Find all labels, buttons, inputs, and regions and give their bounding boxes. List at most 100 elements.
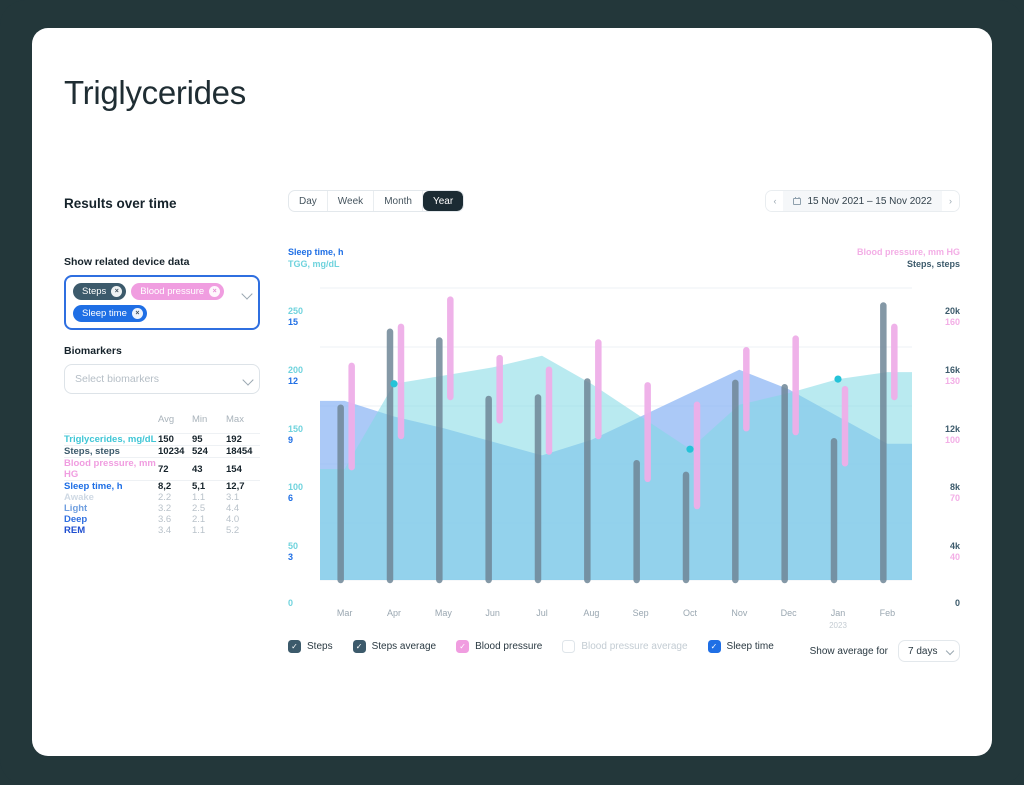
average-period-select[interactable]: 7 days (898, 640, 960, 662)
legend-label-blood-pressure: Blood pressure (475, 641, 543, 652)
series-tgg-area (320, 355, 912, 580)
row-label-rem: REM (64, 525, 86, 536)
chip-steps-label: Steps (82, 286, 107, 297)
x-label-may: May (434, 608, 452, 618)
x-label-dec: Dec (780, 608, 797, 618)
stats-header-min: Min (192, 414, 208, 425)
x-label-apr: Apr (386, 608, 402, 618)
device-data-label: Show related device data (64, 256, 190, 268)
row-min-sleep-time: 5,1 (192, 480, 226, 492)
table-row: Triglycerides, mg/dL 150 95 192 (64, 433, 260, 446)
section-title: Results over time (64, 196, 177, 211)
row-min-light: 2.5 (192, 503, 206, 514)
legend-item-blood-pressure-average[interactable]: Blood pressure average (562, 640, 688, 653)
app-card: Triglycerides Results over time Show rel… (32, 28, 992, 756)
chip-sleep-time-remove-icon[interactable]: × (131, 308, 143, 319)
x-label-jul: Jul (536, 608, 548, 618)
checkbox-blood-pressure-average[interactable] (562, 640, 576, 653)
date-range-navigator[interactable]: ‹ 15 Nov 2021 – 15 Nov 2022 › (765, 190, 960, 212)
chevron-down-icon[interactable] (241, 288, 253, 300)
average-period-label: Show average for (809, 645, 888, 657)
row-min-deep: 2.1 (192, 514, 206, 525)
legend-item-blood-pressure[interactable]: ✓ Blood pressure (456, 640, 542, 653)
row-label-awake: Awake (64, 492, 94, 503)
calendar-icon (793, 197, 802, 205)
device-data-multiselect[interactable]: Steps × Blood pressure × Sleep time × (64, 275, 260, 330)
tab-year[interactable]: Year (422, 191, 464, 211)
legend-label-blood-pressure-average: Blood pressure average (581, 641, 688, 652)
x-label-oct: Oct (682, 608, 698, 618)
checkbox-steps-average[interactable]: ✓ (352, 640, 366, 653)
left-axis-titles: Sleep time, h TGG, mg/dL (288, 246, 344, 270)
axis-title-blood-pressure: Blood pressure, mm HG (856, 247, 960, 257)
checkbox-steps[interactable]: ✓ (288, 640, 301, 653)
chip-blood-pressure-remove-icon[interactable]: × (209, 286, 221, 297)
biomarkers-label: Biomarkers (64, 345, 122, 357)
tab-month[interactable]: Month (374, 191, 423, 211)
table-row: Deep 3.6 2.1 4.0 (64, 514, 260, 525)
row-avg-rem: 3.4 (158, 525, 172, 536)
checkbox-blood-pressure[interactable]: ✓ (456, 640, 470, 653)
ytick-left-3: 100 6 (288, 482, 304, 503)
x-label-jun: Jun (485, 608, 500, 618)
axis-title-sleep-time: Sleep time, h (288, 247, 344, 257)
chart: Sleep time, h TGG, mg/dL Blood pressure,… (288, 246, 960, 630)
legend-item-sleep-time[interactable]: ✓ Sleep time (707, 640, 774, 653)
chip-steps-remove-icon[interactable]: × (111, 286, 123, 297)
axis-title-tgg: TGG, mg/dL (288, 259, 340, 269)
ytick-left-1: 200 12 (288, 365, 304, 386)
chart-legend[interactable]: ✓ Steps ✓ Steps average ✓ Blood pressure… (288, 640, 774, 653)
right-axis-titles: Blood pressure, mm HG Steps, steps (857, 246, 960, 270)
ytick-right-0: 20k 160 (944, 306, 960, 327)
row-avg-steps: 10234 (158, 445, 192, 458)
row-avg-awake: 2.2 (158, 492, 172, 503)
chevron-down-icon[interactable] (945, 646, 955, 656)
x-axis-labels: Mar Apr May Jun Jul Aug Sep Oct Nov Dec Jan 2023 Feb (320, 608, 912, 634)
ytick-right-2: 12k 100 (944, 424, 960, 445)
row-label-triglycerides: Triglycerides, mg/dL (64, 433, 158, 446)
row-min-triglycerides: 95 (192, 433, 226, 446)
chip-sleep-time-label: Sleep time (82, 308, 127, 319)
prev-period-button[interactable]: ‹ (766, 191, 784, 211)
row-avg-deep: 3.6 (158, 514, 172, 525)
stats-header-name (64, 414, 158, 434)
ytick-right-1: 16k 130 (944, 365, 960, 386)
chip-sleep-time[interactable]: Sleep time × (73, 305, 147, 322)
plot-canvas (320, 286, 912, 603)
average-period-value: 7 days (908, 645, 938, 657)
row-label-sleep-time: Sleep time, h (64, 480, 158, 492)
row-max-light: 4.4 (226, 503, 240, 514)
legend-item-steps-average[interactable]: ✓ Steps average (352, 640, 436, 653)
axis-title-steps: Steps, steps (906, 259, 960, 269)
date-range-display[interactable]: 15 Nov 2021 – 15 Nov 2022 (783, 191, 942, 211)
average-period-control: Show average for 7 days (810, 640, 960, 662)
chevron-down-icon[interactable] (242, 374, 254, 386)
row-label-blood-pressure: Blood pressure, mm HG (64, 457, 158, 481)
row-label-light: Light (64, 503, 88, 514)
next-period-button[interactable]: › (942, 191, 959, 211)
stats-table-header-row: Avg Min Max (64, 414, 260, 434)
row-max-awake: 3.1 (226, 492, 240, 503)
biomarkers-select[interactable]: Select biomarkers (64, 364, 260, 394)
row-min-rem: 1.1 (192, 525, 206, 536)
biomarkers-field: Biomarkers Select biomarkers (64, 345, 260, 394)
row-min-steps: 524 (192, 445, 226, 458)
legend-item-steps[interactable]: ✓ Steps (288, 640, 333, 653)
row-max-triglycerides: 192 (226, 433, 260, 446)
checkbox-sleep-time[interactable]: ✓ (707, 640, 721, 653)
biomarkers-placeholder: Select biomarkers (75, 373, 160, 385)
row-max-sleep-time: 12,7 (226, 480, 260, 492)
table-row: REM 3.4 1.1 5.2 (64, 525, 260, 536)
row-max-blood-pressure: 154 (226, 457, 260, 481)
page-title: Triglycerides (64, 74, 246, 111)
row-max-rem: 5.2 (226, 525, 240, 536)
tab-day[interactable]: Day (289, 191, 328, 211)
tab-week[interactable]: Week (328, 191, 375, 211)
row-label-deep: Deep (64, 514, 88, 525)
chip-blood-pressure[interactable]: Blood pressure × (131, 283, 225, 300)
chip-steps[interactable]: Steps × (73, 283, 127, 300)
time-range-tabs[interactable]: Day Week Month Year (288, 190, 465, 212)
row-avg-blood-pressure: 72 (158, 457, 192, 481)
ytick-left-2: 150 9 (288, 424, 304, 445)
row-min-blood-pressure: 43 (192, 457, 226, 481)
